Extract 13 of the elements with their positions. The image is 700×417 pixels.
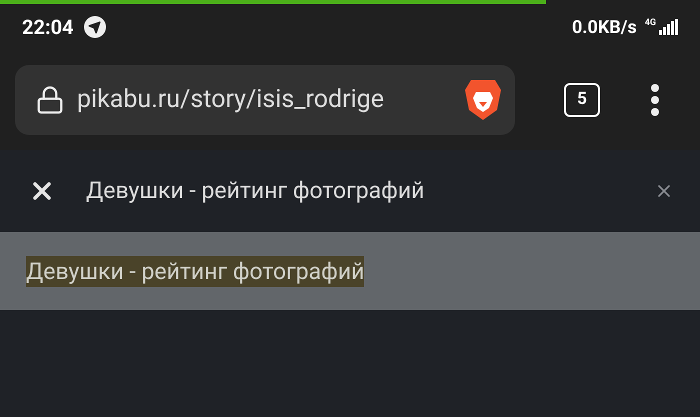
- telegram-icon: [84, 16, 106, 38]
- address-bar[interactable]: pikabu.ru/story/isis_rodrige: [15, 65, 515, 135]
- network-type: 4G: [644, 19, 656, 28]
- signal-icon: [658, 19, 678, 35]
- clock-time: 22:04: [22, 14, 74, 41]
- more-menu-icon[interactable]: [650, 84, 660, 116]
- url-text: pikabu.ru/story/isis_rodrige: [77, 84, 384, 116]
- find-query[interactable]: Девушки - рейтинг фотографий: [86, 174, 424, 208]
- match-text: Девушки - рейтинг фотографий: [26, 256, 364, 286]
- network-speed: 0.0KB/s: [572, 16, 637, 40]
- lock-icon: [35, 85, 65, 115]
- tab-count-button[interactable]: 5: [564, 83, 600, 117]
- lion-shield-icon[interactable]: [463, 78, 503, 122]
